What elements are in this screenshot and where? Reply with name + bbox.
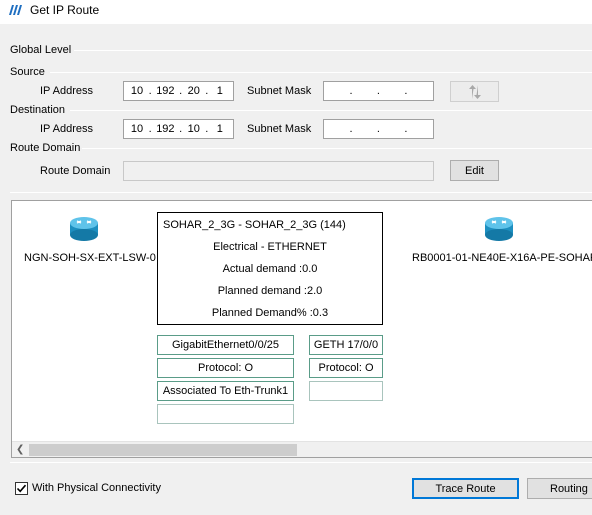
right-port-empty[interactable]: [309, 381, 383, 401]
app-logo-icon: [9, 5, 22, 15]
link-info-box[interactable]: SOHAR_2_3G - SOHAR_2_3G (144) Electrical…: [157, 212, 383, 325]
destination-mask-input[interactable]: . . .: [323, 119, 434, 139]
routing-info-button[interactable]: Routing I: [527, 478, 592, 499]
global-level-divider: [74, 50, 592, 51]
router-icon[interactable]: [483, 213, 515, 243]
left-device-name: NGN-SOH-SX-EXT-LSW-0: [24, 252, 156, 264]
title-bar: Get IP Route: [0, 0, 592, 24]
destination-ip-input[interactable]: 10. 192. 10. 1: [123, 119, 234, 139]
source-label: Source: [10, 66, 45, 78]
scroll-left-arrow-icon[interactable]: ❮: [16, 444, 24, 455]
destination-divider: [70, 110, 592, 111]
source-mask-input[interactable]: . . .: [323, 81, 434, 101]
physical-connectivity-label[interactable]: With Physical Connectivity: [32, 482, 161, 494]
source-ip-input[interactable]: 10. 192. 20. 1: [123, 81, 234, 101]
source-mask-label: Subnet Mask: [247, 85, 312, 97]
edit-button[interactable]: Edit: [450, 160, 499, 181]
link-actual-demand: Actual demand :0.0: [222, 263, 318, 275]
link-planned-demand-pct: Planned Demand% :0.3: [211, 307, 329, 319]
destination-mask-label: Subnet Mask: [247, 123, 312, 135]
route-domain-divider: [82, 148, 592, 149]
horizontal-scrollbar[interactable]: ❮: [12, 441, 592, 457]
router-icon[interactable]: [68, 213, 100, 243]
footer-divider: [10, 462, 592, 463]
route-domain-field-label: Route Domain: [40, 165, 111, 177]
left-port-association[interactable]: Associated To Eth-Trunk1: [157, 381, 294, 401]
topology-panel: NGN-SOH-SX-EXT-LSW-0 RB0001-01-NE40E-X16…: [11, 200, 592, 458]
right-port-interface[interactable]: GETH 17/0/0: [309, 335, 383, 355]
right-port-protocol[interactable]: Protocol: O: [309, 358, 383, 378]
destination-ip-label: IP Address: [40, 123, 93, 135]
route-domain-section-label: Route Domain: [10, 142, 81, 154]
swap-button[interactable]: [450, 81, 499, 102]
swap-arrows-icon: [468, 84, 481, 99]
link-planned-demand: Planned demand :2.0: [217, 285, 323, 297]
window-title: Get IP Route: [30, 3, 100, 17]
link-title: SOHAR_2_3G - SOHAR_2_3G (144): [163, 219, 346, 231]
physical-connectivity-checkbox[interactable]: [15, 482, 28, 495]
destination-label: Destination: [10, 104, 66, 116]
left-port-empty[interactable]: [157, 404, 294, 424]
left-port-protocol[interactable]: Protocol: O: [157, 358, 294, 378]
route-domain-input[interactable]: [123, 161, 434, 181]
link-type: Electrical - ETHERNET: [213, 241, 327, 253]
form-bottom-divider: [10, 192, 592, 193]
global-level-label: Global Level: [10, 44, 72, 56]
left-port-interface[interactable]: GigabitEthernet0/0/25: [157, 335, 294, 355]
source-ip-label: IP Address: [40, 85, 93, 97]
source-divider: [50, 72, 592, 73]
trace-route-button[interactable]: Trace Route: [412, 478, 519, 499]
checkmark-icon: [16, 484, 27, 493]
right-device-name: RB0001-01-NE40E-X16A-PE-SOHAR: [412, 252, 592, 264]
scrollbar-thumb[interactable]: [29, 444, 297, 456]
